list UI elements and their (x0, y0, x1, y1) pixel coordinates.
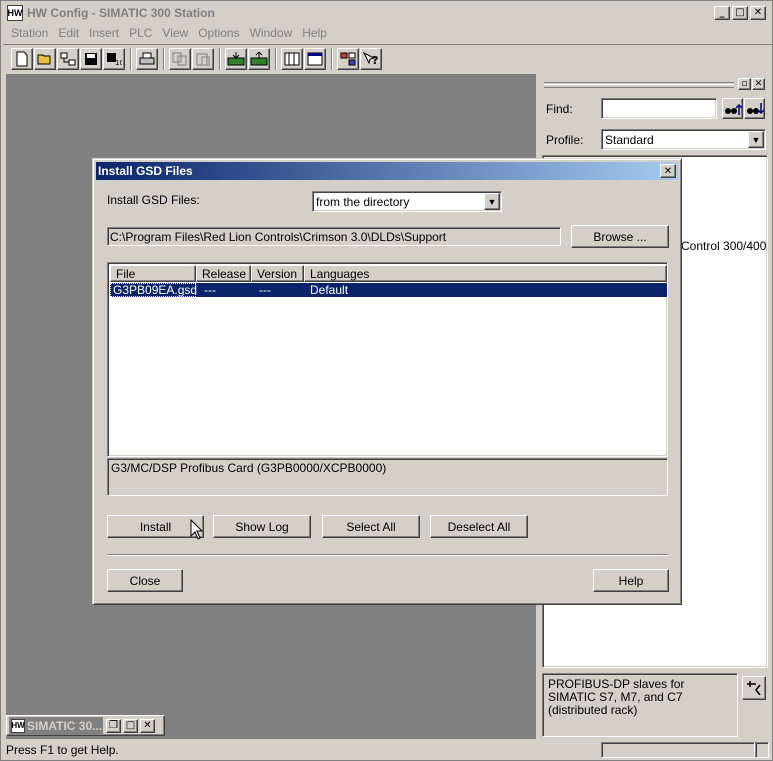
station-view-icon[interactable] (281, 47, 303, 70)
profile-select[interactable]: Standard ▼ (601, 129, 766, 150)
minimized-window-label: SIMATIC 30... (27, 718, 103, 733)
toolbar-separator (275, 47, 277, 70)
browse-button[interactable]: Browse ... (571, 225, 669, 248)
print-icon[interactable] (136, 47, 158, 70)
chevron-down-icon[interactable]: ▼ (484, 193, 500, 210)
main-window: HW HW Config - SIMATIC 300 Station _ □ ✕… (0, 0, 773, 761)
deselect-all-button-label: Deselect All (447, 519, 511, 534)
select-all-button-label: Select All (346, 519, 396, 534)
browse-button-label: Browse ... (593, 229, 647, 244)
dialog-separator (107, 554, 668, 556)
source-select[interactable]: from the directory ▼ (312, 191, 502, 212)
catalog-tree-item[interactable]: Control 300/400 (681, 239, 766, 253)
panel-close-button[interactable]: ✕ (752, 78, 765, 90)
file-description: G3/MC/DSP Profibus Card (G3PB0000/XCPB00… (107, 458, 668, 496)
install-gsd-dialog: Install GSD Files ✕ Install GSD Files: f… (92, 158, 682, 605)
source-value: from the directory (316, 194, 410, 209)
minimized-station-window[interactable]: HW SIMATIC 30... ❐ □ ✕ (6, 715, 165, 736)
close-button-label: Close (129, 573, 161, 588)
upload-icon[interactable] (248, 47, 270, 70)
svg-text:?: ? (372, 54, 378, 66)
size-grip[interactable] (755, 742, 769, 758)
mouse-cursor-icon (190, 519, 204, 540)
toolbar: 10 ? (3, 44, 772, 72)
title-bar: HW HW Config - SIMATIC 300 Station _ □ ✕ (3, 3, 772, 23)
profile-value: Standard (605, 132, 654, 147)
help-button-label: Help (618, 573, 644, 588)
restore-child-button[interactable]: ❐ (106, 718, 121, 733)
download-icon[interactable] (225, 47, 247, 70)
open-icon[interactable] (34, 47, 56, 70)
minimize-button[interactable]: _ (714, 6, 730, 20)
column-header-languages[interactable]: Languages (304, 265, 667, 282)
install-button-label: Install (139, 519, 172, 534)
menu-station[interactable]: Station (3, 26, 53, 40)
chevron-down-icon[interactable]: ▼ (748, 131, 764, 148)
menu-help[interactable]: Help (297, 26, 332, 40)
close-button[interactable]: Close (107, 569, 183, 592)
show-log-button-label: Show Log (235, 519, 289, 534)
column-header-release[interactable]: Release (196, 265, 251, 282)
catalog-icon[interactable] (337, 47, 359, 70)
source-label: Install GSD Files: (107, 193, 200, 207)
maximize-child-button[interactable]: □ (123, 718, 138, 733)
dialog-title: Install GSD Files (98, 164, 193, 178)
paste-icon[interactable] (192, 47, 214, 70)
column-header-file[interactable]: File (110, 265, 196, 282)
detail-view-icon[interactable] (304, 47, 326, 70)
minimized-window-title[interactable]: HW SIMATIC 30... (9, 717, 103, 734)
row-file: G3PB09EA.gsd (110, 283, 197, 297)
toolbar-separator (331, 47, 333, 70)
status-bar: Press F1 to get Help. (3, 740, 772, 760)
show-log-button[interactable]: Show Log (213, 515, 311, 538)
help-icon[interactable]: ? (360, 47, 382, 70)
hw-config-app-icon: HW (7, 5, 23, 21)
table-row[interactable]: G3PB09EA.gsd --- --- Default (110, 283, 667, 297)
compile-icon[interactable]: 10 (103, 47, 125, 70)
find-up-binoculars-icon[interactable] (722, 98, 743, 119)
menu-bar: Station Edit Insert PLC View Options Win… (3, 23, 772, 42)
find-label: Find: (546, 102, 573, 116)
save-icon[interactable] (80, 47, 102, 70)
deselect-all-button[interactable]: Deselect All (430, 515, 528, 538)
menu-view[interactable]: View (157, 26, 193, 40)
toolbar-separator (219, 47, 221, 70)
maximize-button[interactable]: □ (732, 6, 748, 20)
find-down-binoculars-icon[interactable] (744, 98, 765, 119)
find-input[interactable] (601, 98, 717, 119)
profile-label: Profile: (546, 133, 584, 147)
column-header-version[interactable]: Version (251, 265, 304, 282)
directory-path-field[interactable]: C:\Program Files\Red Lion Controls\Crims… (107, 227, 561, 246)
dialog-title-bar: Install GSD Files ✕ (96, 162, 678, 180)
panel-grip[interactable] (544, 82, 734, 88)
new-icon[interactable] (11, 47, 33, 70)
menu-options[interactable]: Options (193, 26, 244, 40)
catalog-toggle-icon[interactable] (742, 676, 766, 700)
row-languages: Default (310, 283, 349, 297)
close-child-button[interactable]: ✕ (140, 718, 155, 733)
gsd-file-list[interactable]: File Release Version Languages G3PB09EA.… (107, 262, 668, 457)
row-version: --- (259, 283, 271, 297)
menu-insert[interactable]: Insert (84, 26, 124, 40)
menu-window[interactable]: Window (245, 26, 298, 40)
close-window-button[interactable]: ✕ (750, 6, 766, 20)
list-header: File Release Version Languages (110, 265, 667, 282)
help-button[interactable]: Help (593, 569, 669, 592)
toolbar-separator (130, 47, 132, 70)
copy-icon[interactable] (169, 47, 191, 70)
hw-config-child-icon: HW (11, 718, 25, 733)
dialog-close-icon[interactable]: ✕ (660, 164, 676, 178)
network-icon[interactable] (57, 47, 79, 70)
panel-restore-button[interactable]: ▫ (738, 78, 751, 90)
window-title: HW Config - SIMATIC 300 Station (27, 6, 215, 20)
menu-plc[interactable]: PLC (124, 26, 157, 40)
menu-edit[interactable]: Edit (53, 26, 84, 40)
svg-text:10: 10 (115, 59, 122, 66)
select-all-button[interactable]: Select All (322, 515, 420, 538)
catalog-info-text: PROFIBUS-DP slaves for SIMATIC S7, M7, a… (542, 673, 738, 737)
row-release: --- (204, 283, 216, 297)
toolbar-separator (163, 47, 165, 70)
status-pane (601, 742, 755, 758)
